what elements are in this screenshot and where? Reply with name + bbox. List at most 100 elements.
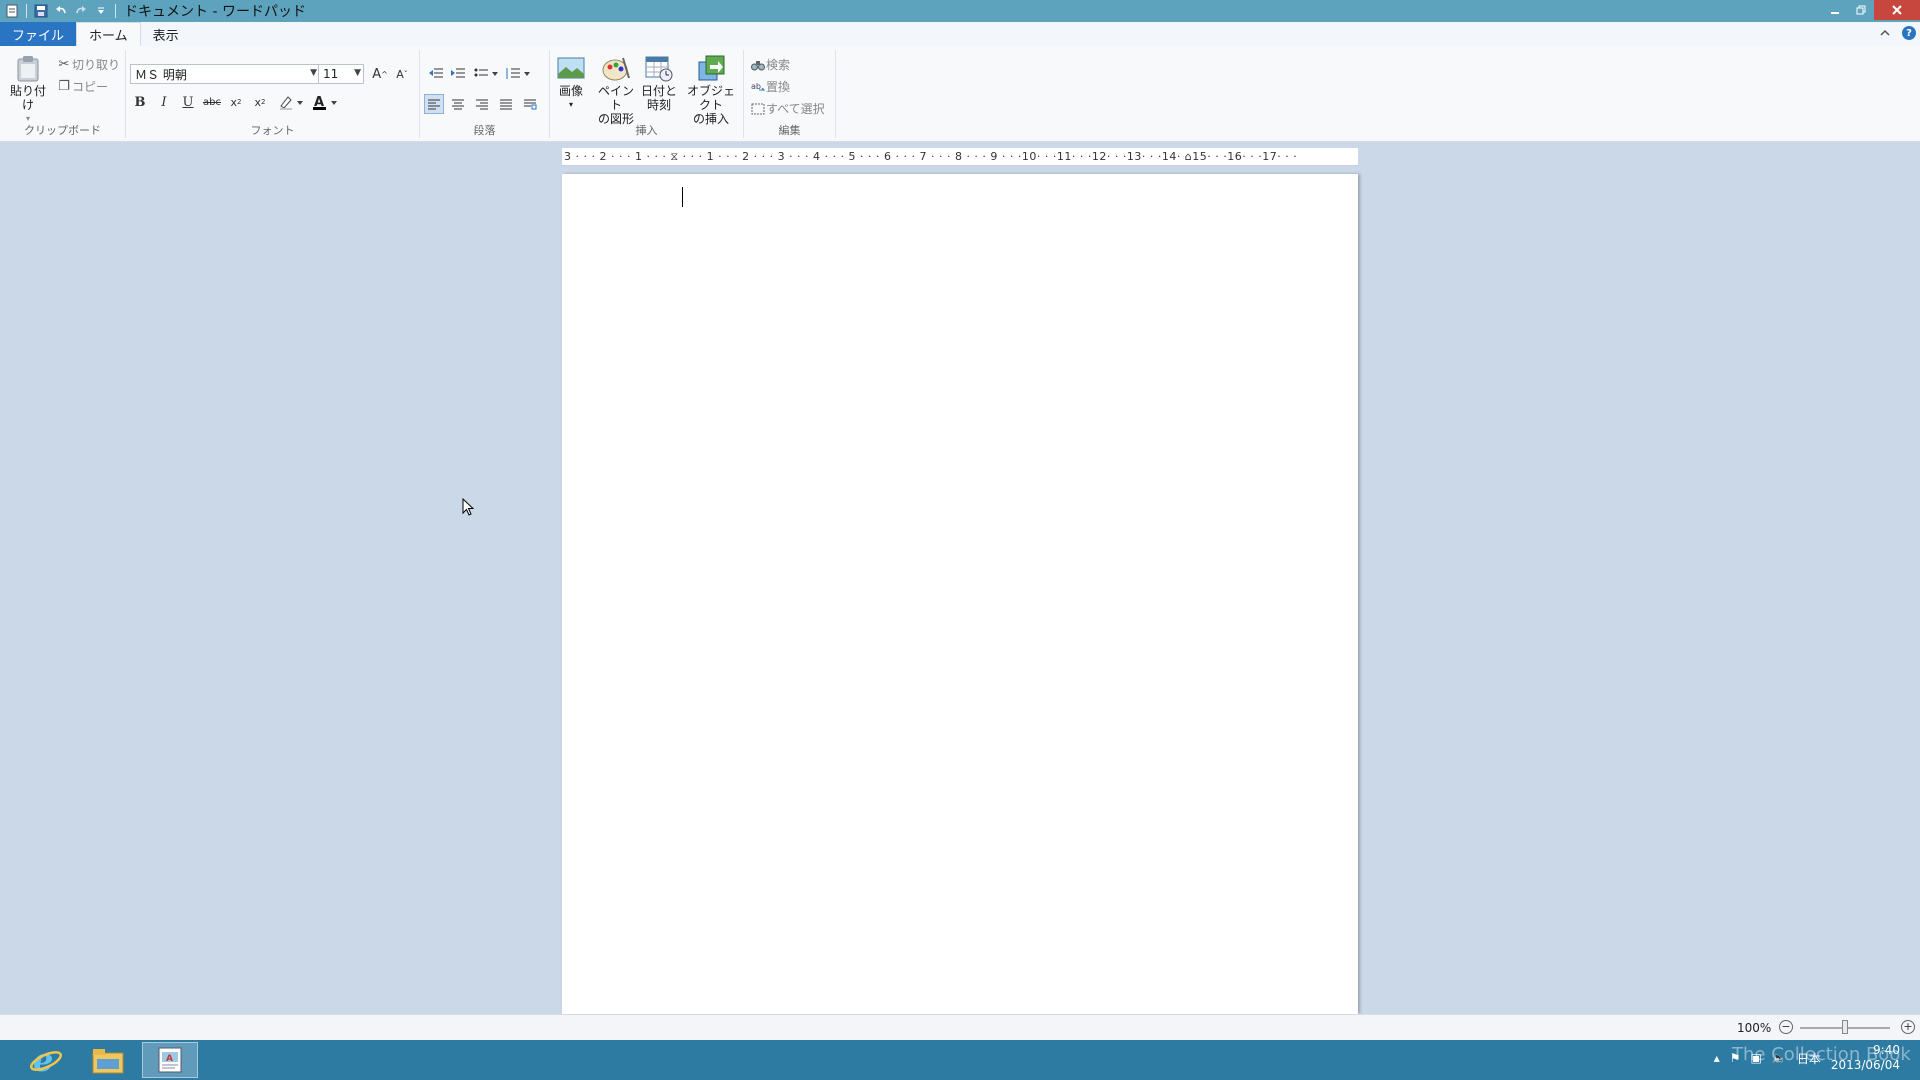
paragraph-group: 段落 xyxy=(420,50,550,138)
ribbon: 貼り付け ▾ ✂ 切り取り ❐ コピー クリップボード ＭＳ 明朝 ▼ 11 ▼… xyxy=(0,46,1920,142)
insert-object-button[interactable]: オブジェクト の挿入 xyxy=(682,54,740,126)
clipboard-group-label: クリップボード xyxy=(24,124,101,137)
paste-button[interactable]: 貼り付け ▾ xyxy=(6,54,50,126)
subscript-icon[interactable]: x2 xyxy=(226,92,246,112)
paint-palette-icon xyxy=(601,54,631,82)
editing-group-label: 編集 xyxy=(778,124,801,137)
copy-icon: ❐ xyxy=(58,79,70,94)
datetime-label-1: 日付と xyxy=(640,84,677,98)
save-icon[interactable] xyxy=(31,1,51,21)
font-family-select[interactable]: ＭＳ 明朝 ▼ xyxy=(130,64,320,84)
document-page[interactable] xyxy=(562,174,1358,1014)
title-bar: ドキュメント - ワードパッド xyxy=(0,0,1920,22)
picture-icon xyxy=(556,54,586,82)
ruler-scale: 3 · · · 2 · · · 1 · · · ⧖ · · · 1 · · · … xyxy=(564,149,1298,163)
watermark: The Collection Book xyxy=(1732,1044,1911,1065)
minimize-ribbon-icon[interactable] xyxy=(1880,26,1890,40)
binoculars-icon xyxy=(750,57,766,73)
font-size-dropdown-icon: ▼ xyxy=(354,68,361,78)
tab-file[interactable]: ファイル xyxy=(0,22,77,46)
shrink-font-icon[interactable]: Aˇ xyxy=(392,64,412,84)
date-time-button[interactable]: 日付と 時刻 xyxy=(640,54,678,112)
minimize-icon[interactable] xyxy=(1822,0,1848,20)
highlight-color-icon[interactable] xyxy=(276,92,306,112)
status-bar: 100% − + xyxy=(0,1014,1920,1040)
file-explorer-icon[interactable] xyxy=(80,1042,136,1078)
help-icon[interactable]: ? xyxy=(1902,26,1916,40)
insert-group: 画像 ▾ ペイント の図形 日付と 時刻 オブジェクト の挿入 挿入 xyxy=(550,50,744,138)
font-color-icon[interactable]: A xyxy=(310,92,340,112)
text-caret xyxy=(682,187,683,207)
zoom-out-icon[interactable]: − xyxy=(1779,1020,1793,1034)
scissors-icon: ✂ xyxy=(58,57,70,72)
svg-text:A: A xyxy=(166,1054,173,1064)
window-title: ドキュメント - ワードパッド xyxy=(124,4,306,20)
align-center-icon[interactable] xyxy=(448,94,468,114)
font-group: ＭＳ 明朝 ▼ 11 ▼ A ^ Aˇ B I U abc x2 x2 A フォン… xyxy=(126,50,420,138)
select-all-button[interactable]: すべて選択 xyxy=(750,100,825,117)
replace-label: 置換 xyxy=(766,80,791,94)
restore-icon[interactable] xyxy=(1848,0,1874,20)
strikethrough-icon[interactable]: abc xyxy=(202,92,222,112)
paste-label: 貼り付け xyxy=(9,84,46,112)
paragraph-group-label: 段落 xyxy=(473,124,496,137)
superscript-icon[interactable]: x2 xyxy=(250,92,270,112)
cut-button[interactable]: ✂ 切り取り xyxy=(56,56,120,73)
picture-label: 画像 xyxy=(558,84,583,98)
paste-icon xyxy=(13,54,43,82)
grow-font-icon[interactable]: A ^ xyxy=(370,64,390,84)
internet-explorer-icon[interactable]: e xyxy=(18,1042,74,1078)
qat-divider xyxy=(115,4,116,18)
paint-label-1: ペイント xyxy=(597,84,634,112)
datetime-label-2: 時刻 xyxy=(646,98,671,112)
wordpad-taskbar-button[interactable]: A xyxy=(142,1042,198,1078)
tab-home[interactable]: ホーム xyxy=(76,22,141,46)
font-size-select[interactable]: 11 ▼ xyxy=(318,64,364,84)
qat-divider xyxy=(26,4,27,18)
ruler[interactable]: 3 · · · 2 · · · 1 · · · ⧖ · · · 1 · · · … xyxy=(562,148,1358,166)
zoom-in-icon[interactable]: + xyxy=(1901,1020,1915,1034)
show-hidden-icons-icon[interactable]: ▴ xyxy=(1714,1051,1720,1065)
wordpad-app-icon[interactable] xyxy=(2,1,22,21)
document-area xyxy=(0,142,1920,1014)
customize-qat-icon[interactable] xyxy=(91,1,111,21)
bullet-list-icon[interactable] xyxy=(472,64,500,84)
picture-dropdown-icon: ▾ xyxy=(568,100,573,109)
increase-indent-icon[interactable] xyxy=(448,64,468,84)
cut-label: 切り取り xyxy=(72,58,121,72)
close-icon[interactable] xyxy=(1874,0,1920,20)
insert-group-label: 挿入 xyxy=(635,124,658,137)
ribbon-right-controls: ? xyxy=(1880,26,1916,40)
find-label: 検索 xyxy=(766,58,791,72)
align-left-icon[interactable] xyxy=(424,94,444,114)
font-group-label: フォント xyxy=(250,124,295,137)
select-all-label: すべて選択 xyxy=(766,102,825,116)
zoom-slider-thumb[interactable] xyxy=(1842,1020,1848,1034)
paint-drawing-button[interactable]: ペイント の図形 xyxy=(596,54,636,126)
insert-picture-button[interactable]: 画像 ▾ xyxy=(554,54,588,112)
quick-access-toolbar xyxy=(0,0,120,22)
underline-icon[interactable]: U xyxy=(178,92,198,112)
clipboard-group: 貼り付け ▾ ✂ 切り取り ❐ コピー クリップボード xyxy=(0,50,126,138)
font-size-value: 11 xyxy=(323,67,339,81)
copy-button[interactable]: ❐ コピー xyxy=(56,78,108,95)
window-controls xyxy=(1822,0,1920,20)
tab-view[interactable]: 表示 xyxy=(141,22,191,46)
replace-icon: ab xyxy=(750,79,766,95)
undo-icon[interactable] xyxy=(51,1,71,21)
select-all-icon xyxy=(750,101,766,117)
justify-icon[interactable] xyxy=(496,94,516,114)
bold-icon[interactable]: B xyxy=(130,92,150,112)
decrease-indent-icon[interactable] xyxy=(426,64,446,84)
ribbon-tabs: ファイル ホーム 表示 ? xyxy=(0,22,1920,46)
taskbar: e A ▴ ⚑ ▣ 🔈 日本 9:40 2013/06/04 xyxy=(0,1040,1920,1080)
redo-icon[interactable] xyxy=(71,1,91,21)
find-button[interactable]: 検索 xyxy=(750,56,790,73)
paragraph-settings-icon[interactable] xyxy=(520,94,540,114)
replace-button[interactable]: ab 置換 xyxy=(750,78,790,95)
calendar-clock-icon xyxy=(644,54,674,82)
line-spacing-icon[interactable] xyxy=(504,64,532,84)
align-right-icon[interactable] xyxy=(472,94,492,114)
zoom-level: 100% xyxy=(1737,1021,1772,1035)
italic-icon[interactable]: I xyxy=(154,92,174,112)
